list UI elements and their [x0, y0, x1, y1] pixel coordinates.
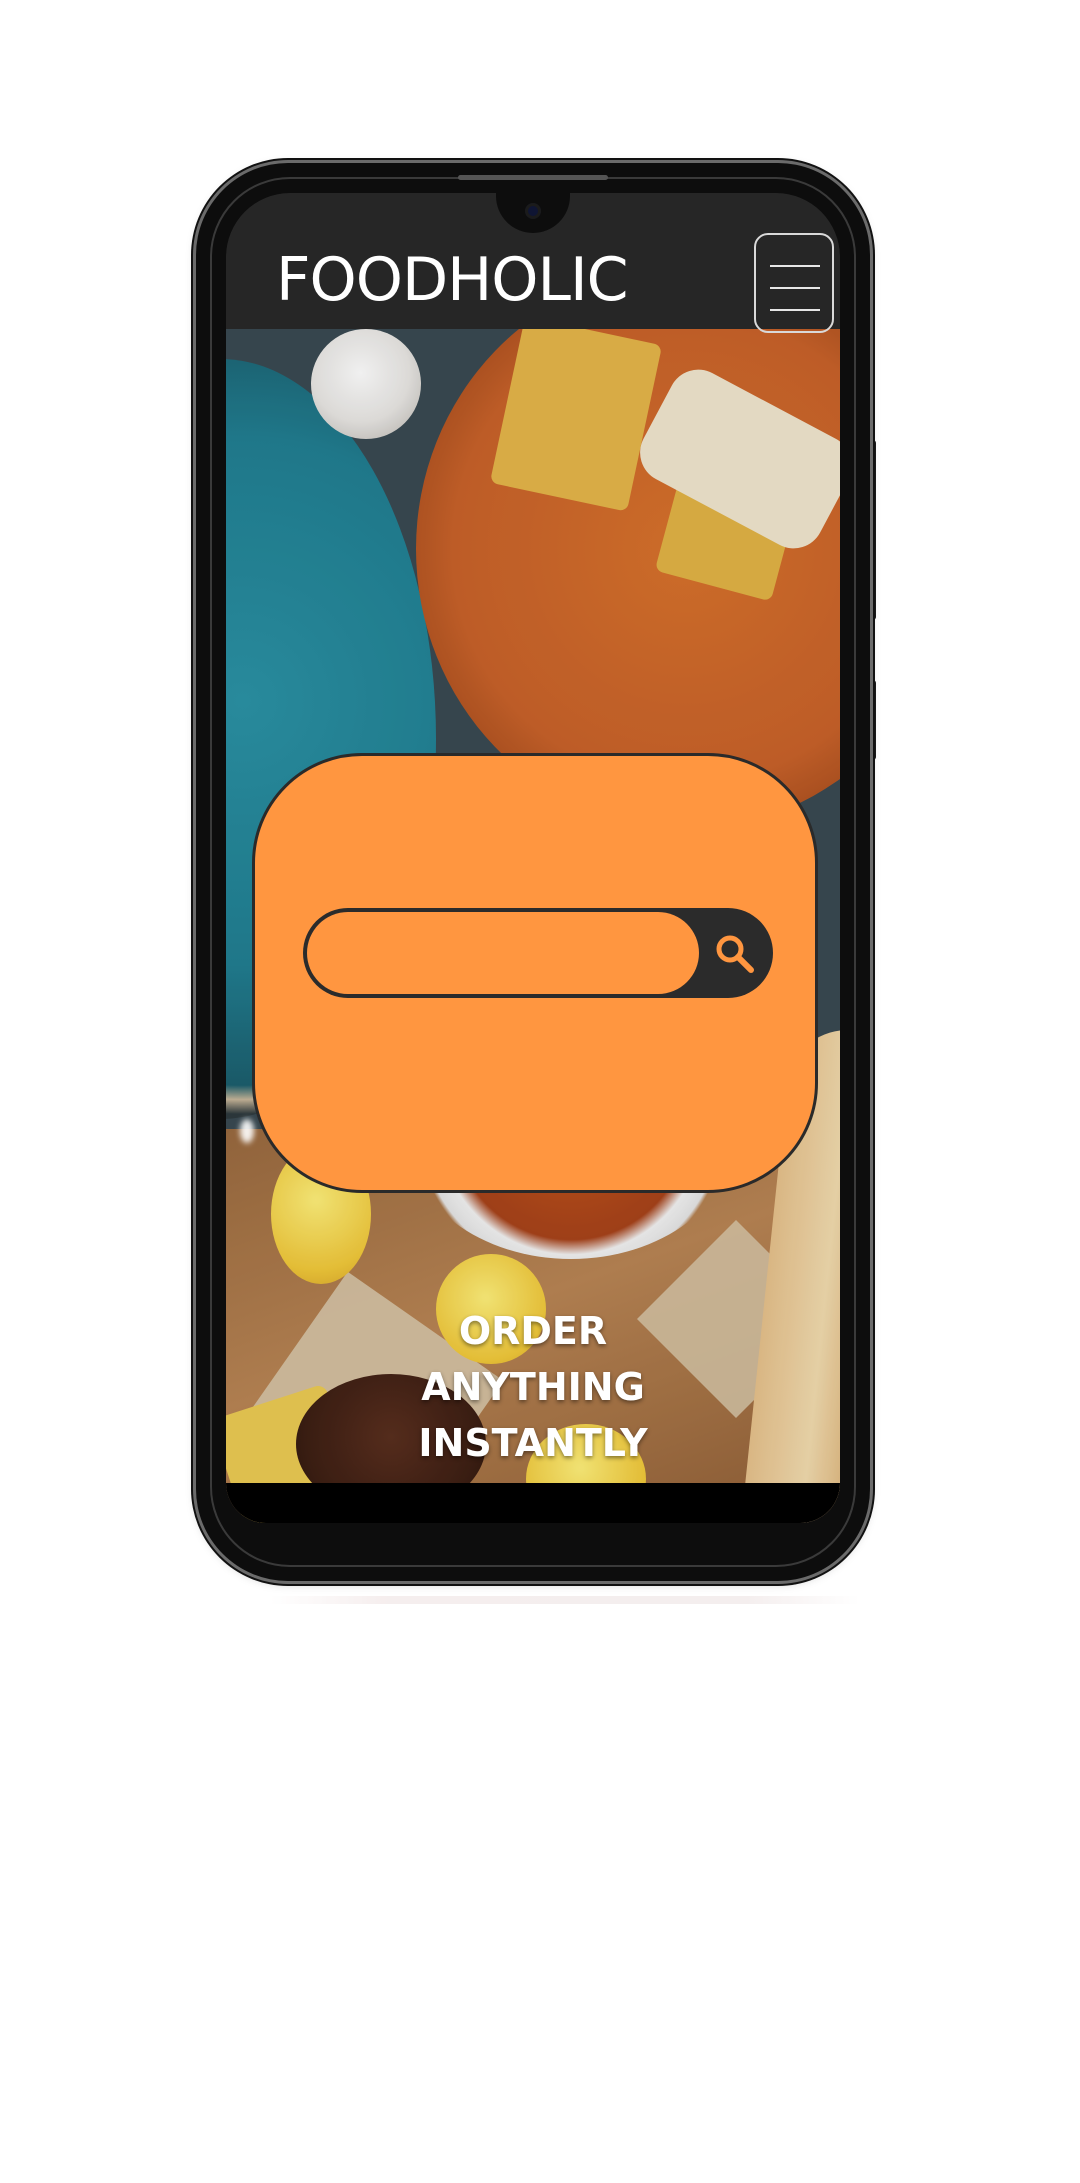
menu-button[interactable] [754, 233, 834, 333]
search-input[interactable] [307, 912, 699, 994]
earpiece [458, 175, 608, 180]
bottom-bezel [226, 1483, 840, 1523]
hamburger-menu-icon [770, 287, 820, 289]
search-button[interactable] [699, 908, 773, 998]
camera-notch [496, 193, 570, 233]
search-bar [303, 908, 773, 998]
tagline-line: INSTANTLY [418, 1421, 648, 1465]
tagline-line: ORDER [458, 1309, 608, 1353]
phone-reflection [270, 1596, 860, 1604]
brand-logo[interactable]: FOODHOLIC [276, 245, 629, 315]
light-glint [240, 1119, 254, 1143]
search-card [252, 753, 818, 1193]
app-header: FOODHOLIC [226, 193, 840, 333]
hamburger-menu-icon [770, 265, 820, 267]
front-camera [525, 203, 541, 219]
phone-screen: FOODHOLIC ORDER ANYTHING INSTANTLY [226, 193, 840, 1523]
search-icon [716, 935, 754, 973]
phone-frame: FOODHOLIC ORDER ANYTHING INSTANTLY [196, 163, 870, 1581]
tagline-line: ANYTHING [421, 1365, 645, 1409]
tagline: ORDER ANYTHING INSTANTLY [226, 1303, 840, 1471]
hamburger-menu-icon [770, 309, 820, 311]
